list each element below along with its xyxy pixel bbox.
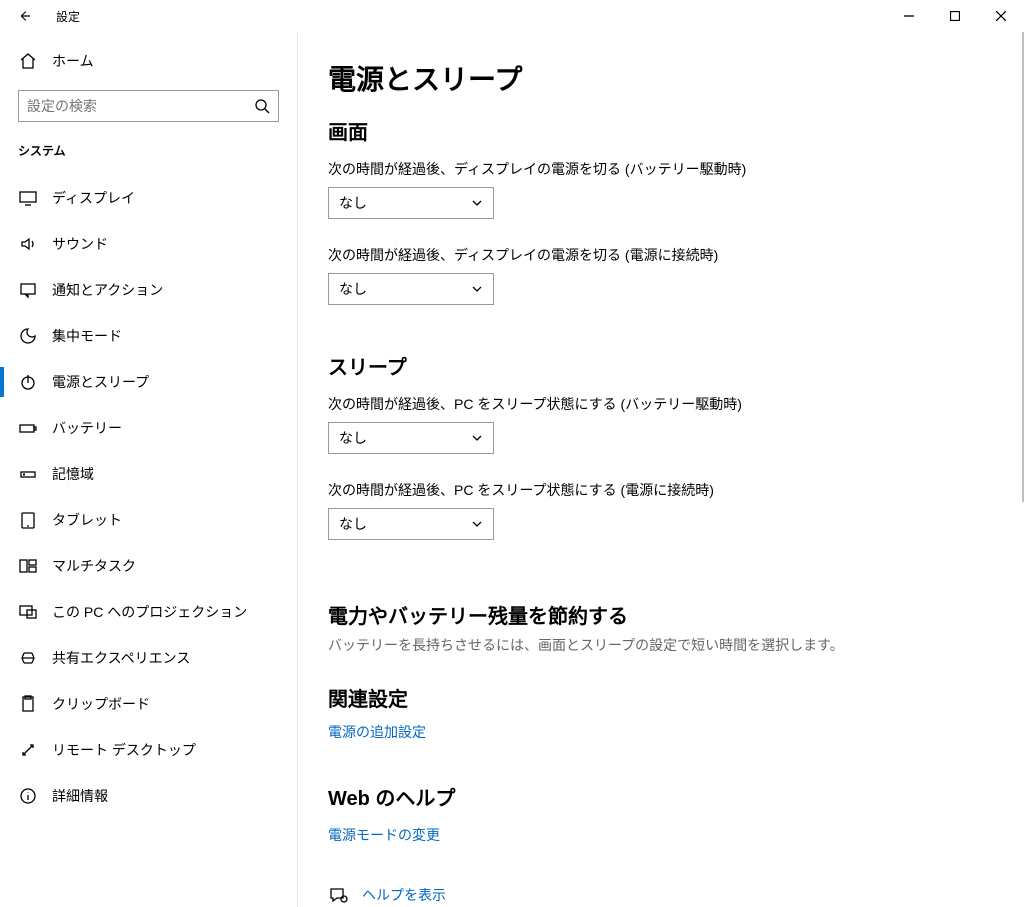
maximize-button[interactable] <box>932 0 978 32</box>
sound-icon <box>18 234 38 254</box>
sidebar-item-label: 記憶域 <box>52 464 94 484</box>
related-header: 関連設定 <box>328 683 1024 712</box>
sidebar-item-label: 電源とスリープ <box>52 372 149 392</box>
display-icon <box>18 188 38 208</box>
sidebar-item-label: バッテリー <box>52 418 122 438</box>
screen-battery-label: 次の時間が経過後、ディスプレイの電源を切る (バッテリー駆動時) <box>328 159 1024 179</box>
titlebar: 設定 <box>0 0 1024 32</box>
sidebar-item-label: クリップボード <box>52 694 150 714</box>
webhelp-link[interactable]: 電源モードの変更 <box>328 825 1024 845</box>
sidebar-home-label: ホーム <box>52 51 94 71</box>
search-box[interactable] <box>18 90 279 122</box>
sidebar: ホーム システム ディスプレイ サウンド 通知とアクション <box>0 32 298 907</box>
screen-plugged-dropdown[interactable]: なし <box>328 273 494 305</box>
back-button[interactable] <box>0 0 48 32</box>
minimize-icon <box>904 11 914 21</box>
sidebar-item-label: タブレット <box>52 510 122 530</box>
sidebar-item-clipboard[interactable]: クリップボード <box>0 681 297 727</box>
sidebar-item-label: 詳細情報 <box>52 786 108 806</box>
storage-icon <box>18 464 38 484</box>
chevron-down-icon <box>471 283 483 295</box>
page-title: 電源とスリープ <box>328 58 1024 98</box>
sidebar-item-projection[interactable]: この PC へのプロジェクション <box>0 589 297 635</box>
screen-section-header: 画面 <box>328 116 1024 145</box>
home-icon <box>18 51 38 71</box>
focus-icon <box>18 326 38 346</box>
content-area: 電源とスリープ 画面 次の時間が経過後、ディスプレイの電源を切る (バッテリー駆… <box>298 32 1024 907</box>
chevron-down-icon <box>471 518 483 530</box>
sleep-plugged-label: 次の時間が経過後、PC をスリープ状態にする (電源に接続時) <box>328 480 1024 500</box>
info-icon <box>18 786 38 806</box>
sidebar-item-focus[interactable]: 集中モード <box>0 313 297 359</box>
dropdown-value: なし <box>339 193 367 213</box>
sidebar-item-battery[interactable]: バッテリー <box>0 405 297 451</box>
battery-icon <box>18 418 38 438</box>
dropdown-value: なし <box>339 279 367 299</box>
sidebar-item-notifications[interactable]: 通知とアクション <box>0 267 297 313</box>
help-row[interactable]: ヘルプを表示 <box>328 885 1024 905</box>
sidebar-item-display[interactable]: ディスプレイ <box>0 175 297 221</box>
sidebar-item-label: サウンド <box>52 234 108 254</box>
sidebar-item-label: この PC へのプロジェクション <box>52 602 247 622</box>
multitask-icon <box>18 556 38 576</box>
screen-plugged-label: 次の時間が経過後、ディスプレイの電源を切る (電源に接続時) <box>328 245 1024 265</box>
titlebar-left: 設定 <box>0 0 80 32</box>
close-button[interactable] <box>978 0 1024 32</box>
save-power-header: 電力やバッテリー残量を節約する <box>328 600 1024 629</box>
notifications-icon <box>18 280 38 300</box>
sleep-battery-label: 次の時間が経過後、PC をスリープ状態にする (バッテリー駆動時) <box>328 394 1024 414</box>
sidebar-item-label: リモート デスクトップ <box>52 740 196 760</box>
sidebar-item-label: 共有エクスペリエンス <box>52 648 190 668</box>
sidebar-item-storage[interactable]: 記憶域 <box>0 451 297 497</box>
help-label: ヘルプを表示 <box>362 885 446 905</box>
sidebar-item-power[interactable]: 電源とスリープ <box>0 359 297 405</box>
sidebar-item-label: 通知とアクション <box>52 280 163 300</box>
sidebar-item-tablet[interactable]: タブレット <box>0 497 297 543</box>
sidebar-item-sound[interactable]: サウンド <box>0 221 297 267</box>
save-power-desc: バッテリーを長持ちさせるには、画面とスリープの設定で短い時間を選択します。 <box>328 635 1024 655</box>
window-controls <box>886 0 1024 32</box>
sidebar-category: システム <box>0 130 297 169</box>
arrow-left-icon <box>17 9 31 23</box>
sleep-section-header: スリープ <box>328 351 1024 380</box>
sidebar-nav: ディスプレイ サウンド 通知とアクション 集中モード 電源とスリープ バッテリー <box>0 175 297 819</box>
projection-icon <box>18 602 38 622</box>
power-icon <box>18 372 38 392</box>
sidebar-item-about[interactable]: 詳細情報 <box>0 773 297 819</box>
webhelp-header: Web のヘルプ <box>328 782 1024 811</box>
related-link[interactable]: 電源の追加設定 <box>328 722 1024 742</box>
minimize-button[interactable] <box>886 0 932 32</box>
chevron-down-icon <box>471 197 483 209</box>
sleep-battery-dropdown[interactable]: なし <box>328 422 494 454</box>
search-icon <box>254 98 270 114</box>
search-input[interactable] <box>27 98 254 114</box>
sidebar-item-remote[interactable]: リモート デスクトップ <box>0 727 297 773</box>
window-title: 設定 <box>48 8 80 25</box>
dropdown-value: なし <box>339 514 367 534</box>
tablet-icon <box>18 510 38 530</box>
screen-battery-dropdown[interactable]: なし <box>328 187 494 219</box>
main-layout: ホーム システム ディスプレイ サウンド 通知とアクション <box>0 32 1024 907</box>
help-icon <box>328 885 348 905</box>
maximize-icon <box>950 11 960 21</box>
sidebar-item-label: ディスプレイ <box>52 188 135 208</box>
dropdown-value: なし <box>339 428 367 448</box>
clipboard-icon <box>18 694 38 714</box>
sleep-plugged-dropdown[interactable]: なし <box>328 508 494 540</box>
chevron-down-icon <box>471 432 483 444</box>
sidebar-item-label: マルチタスク <box>52 556 136 576</box>
sidebar-item-shared[interactable]: 共有エクスペリエンス <box>0 635 297 681</box>
close-icon <box>996 11 1006 21</box>
sidebar-item-label: 集中モード <box>52 326 122 346</box>
shared-icon <box>18 648 38 668</box>
remote-icon <box>18 740 38 760</box>
sidebar-item-multitask[interactable]: マルチタスク <box>0 543 297 589</box>
sidebar-home[interactable]: ホーム <box>0 38 297 84</box>
